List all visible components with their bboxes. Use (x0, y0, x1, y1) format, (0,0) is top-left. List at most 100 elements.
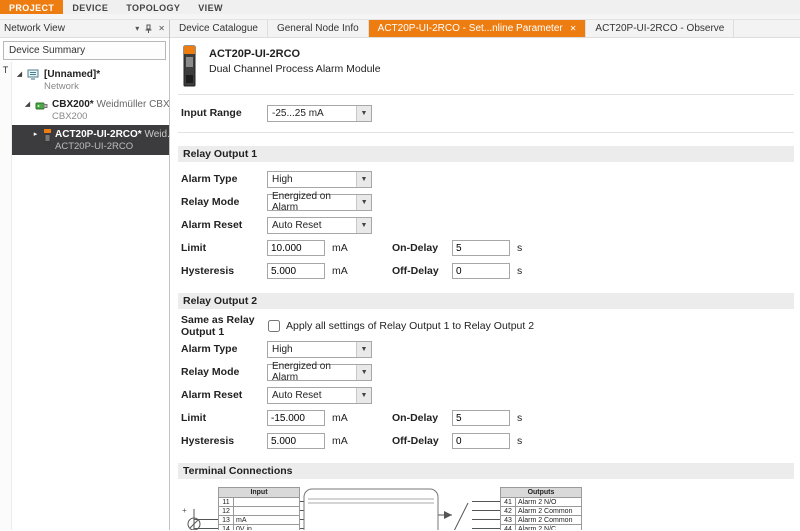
relay2-hysteresis-unit: mA (332, 435, 354, 447)
panel-menu-icon[interactable]: ▾ (135, 24, 139, 33)
relay1-relay-mode-select[interactable]: Energized on Alarm▼ (267, 194, 372, 211)
relay1-on-delay-label: On-Delay (392, 242, 452, 254)
module-icon (43, 129, 52, 145)
tree-item-subtitle: CBX200 (52, 111, 169, 122)
tree-item-act20p[interactable]: ▸ ACT20P-UI-2RCO* Weid... ACT20P-UI-2RCO (12, 125, 169, 155)
terminal-number: 42 (501, 507, 516, 516)
relay2-on-delay-label: On-Delay (392, 412, 452, 424)
relay2-relay-mode-label: Relay Mode (181, 366, 267, 378)
terminal-number: 11 (219, 498, 234, 507)
side-tab-strip[interactable]: T (0, 62, 12, 530)
tab-observe[interactable]: ACT20P-UI-2RCO - Observe (586, 20, 734, 37)
menu-project[interactable]: PROJECT (0, 0, 63, 14)
device-header: ACT20P-UI-2RCO Dual Channel Process Alar… (178, 42, 794, 95)
terminal-number: 41 (501, 498, 516, 507)
tree-item-subtitle: Network (44, 81, 100, 92)
relay1-off-delay-unit: s (517, 265, 539, 277)
relay2-alarm-reset-label: Alarm Reset (181, 389, 267, 401)
expander-icon[interactable]: ◢ (23, 100, 32, 108)
device-description: Dual Channel Process Alarm Module (209, 63, 381, 75)
terminal-number: 13 (219, 516, 234, 525)
tab-device-catalogue[interactable]: Device Catalogue (170, 20, 268, 37)
relay1-on-delay-input[interactable] (452, 240, 510, 256)
relay1-limit-unit: mA (332, 242, 354, 254)
terminal-diagram: + Input 11 12 13mA 140V in Input 21 22 2… (182, 487, 794, 530)
terminal-number: 12 (219, 507, 234, 516)
usb-gateway-icon (35, 99, 49, 112)
relay1-limit-label: Limit (181, 242, 267, 254)
relay1-off-delay-label: Off-Delay (392, 265, 452, 277)
terminal-number: 14 (219, 525, 234, 531)
pin-icon[interactable] (144, 24, 153, 34)
panel-close-icon[interactable]: ✕ (158, 24, 165, 33)
menu-view[interactable]: VIEW (189, 0, 232, 14)
same-settings-checkbox[interactable] (268, 320, 280, 332)
expander-icon[interactable]: ◢ (15, 70, 24, 78)
terminal-section-title: Terminal Connections (178, 463, 794, 479)
network-view-header: Network View ▾ ✕ (0, 20, 169, 38)
relay1-relay-mode-label: Relay Mode (181, 196, 267, 208)
relay2-same-label: Same as Relay Output 1 (181, 314, 267, 338)
relay2-hysteresis-input[interactable] (267, 433, 325, 449)
relay2-on-delay-unit: s (517, 412, 539, 424)
tree-item-cbx200[interactable]: ◢ CBX200* Weidmüller CBX... CBX200 (12, 95, 169, 125)
tree-item-title: ACT20P-UI-2RCO* (55, 129, 142, 140)
tab-strip: Device Catalogue General Node Info ACT20… (170, 20, 800, 38)
device-summary-box[interactable]: Device Summary (3, 41, 166, 60)
network-view-panel: Network View ▾ ✕ Device Summary T ◢ (0, 20, 170, 530)
device-name: ACT20P-UI-2RCO (209, 48, 381, 60)
dropdown-arrow-icon: ▼ (356, 342, 371, 357)
same-settings-text: Apply all settings of Relay Output 1 to … (286, 320, 534, 332)
dropdown-arrow-icon: ▼ (356, 172, 371, 187)
relay2-alarm-type-select[interactable]: High▼ (267, 341, 372, 358)
relay1-off-delay-input[interactable] (452, 263, 510, 279)
input-range-label: Input Range (181, 107, 267, 119)
input-range-select[interactable]: -25...25 mA ▼ (267, 105, 372, 122)
tree-item-title: [Unnamed]* (44, 69, 100, 80)
tree-item-title-suffix: Weidmüller CBX... (94, 99, 169, 110)
network-tree: ◢ [Unnamed]* Network ◢ (12, 62, 169, 530)
close-tab-icon[interactable]: ✕ (570, 24, 577, 33)
tab-general-node-info[interactable]: General Node Info (268, 20, 369, 37)
relay1-hysteresis-unit: mA (332, 265, 354, 277)
expander-icon[interactable]: ▸ (31, 130, 40, 138)
network-view-title: Network View (4, 23, 65, 34)
relay2-off-delay-unit: s (517, 435, 539, 447)
relay1-hysteresis-label: Hysteresis (181, 265, 267, 277)
dropdown-arrow-icon: ▼ (356, 218, 371, 233)
relay2-limit-unit: mA (332, 412, 354, 424)
relay1-section-title: Relay Output 1 (178, 146, 794, 162)
device-image (181, 45, 198, 87)
svg-text:+: + (182, 506, 187, 515)
relay1-hysteresis-input[interactable] (267, 263, 325, 279)
outputs2-table: Outputs 41Alarm 2 N/O 42Alarm 2 Common 4… (500, 487, 582, 530)
tree-item-title-suffix: Weid... (142, 129, 169, 140)
network-icon (27, 69, 41, 82)
relay1-alarm-reset-select[interactable]: Auto Reset▼ (267, 217, 372, 234)
menu-device[interactable]: DEVICE (63, 0, 117, 14)
relay2-alarm-reset-select[interactable]: Auto Reset▼ (267, 387, 372, 404)
relay2-section-title: Relay Output 2 (178, 293, 794, 309)
tab-online-parameter[interactable]: ACT20P-UI-2RCO - Set...nline Parameter ✕ (369, 20, 587, 37)
relay2-on-delay-input[interactable] (452, 410, 510, 426)
relay2-alarm-type-label: Alarm Type (181, 343, 267, 355)
relay1-alarm-type-label: Alarm Type (181, 173, 267, 185)
parameter-page: ACT20P-UI-2RCO Dual Channel Process Alar… (170, 38, 800, 530)
input1-table: Input 11 12 13mA 140V in (218, 487, 300, 530)
relay2-off-delay-input[interactable] (452, 433, 510, 449)
dropdown-arrow-icon: ▼ (356, 388, 371, 403)
relay2-relay-mode-select[interactable]: Energized on Alarm▼ (267, 364, 372, 381)
tree-item-title: CBX200* (52, 99, 94, 110)
relay2-off-delay-label: Off-Delay (392, 435, 452, 447)
relay1-on-delay-unit: s (517, 242, 539, 254)
relay1-alarm-type-select[interactable]: High▼ (267, 171, 372, 188)
dropdown-arrow-icon: ▼ (356, 365, 371, 380)
terminal-number: 44 (501, 525, 516, 531)
relay2-limit-label: Limit (181, 412, 267, 424)
relay1-alarm-reset-label: Alarm Reset (181, 219, 267, 231)
menubar: PROJECT DEVICE TOPOLOGY VIEW (0, 0, 800, 14)
tree-item-network[interactable]: ◢ [Unnamed]* Network (12, 65, 169, 95)
relay2-limit-input[interactable] (267, 410, 325, 426)
menu-topology[interactable]: TOPOLOGY (117, 0, 189, 14)
relay1-limit-input[interactable] (267, 240, 325, 256)
